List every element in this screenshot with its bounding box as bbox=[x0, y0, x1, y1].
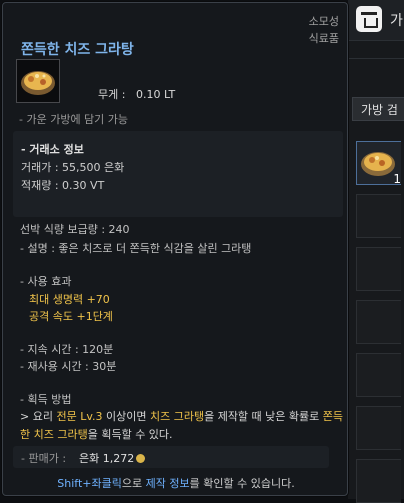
inventory-slot[interactable] bbox=[356, 353, 401, 397]
item-subcategory: 식료품 bbox=[308, 32, 339, 45]
divider bbox=[348, 58, 404, 59]
ship-food-supply: 선박 식량 보급량 : 240 bbox=[20, 223, 130, 236]
market-load: 적재량 : 0.30 VT bbox=[21, 179, 105, 192]
inventory-slot-gratin[interactable]: 1 bbox=[356, 141, 401, 186]
hint-text: 를 확인할 수 있습니다. bbox=[189, 477, 295, 490]
inventory-menu-icon[interactable] bbox=[356, 6, 382, 32]
slot-quantity: 1 bbox=[393, 172, 401, 186]
item-category: 소모성 bbox=[308, 15, 339, 28]
inventory-slot[interactable] bbox=[356, 247, 401, 291]
sell-price-value: 은화 1,272 bbox=[79, 450, 146, 466]
acquire-text: > 요리 bbox=[20, 410, 57, 423]
hint-text: 으로 bbox=[121, 477, 146, 490]
duration: - 지속 시간 : 120분 bbox=[20, 343, 114, 356]
acquire-base-recipe: 치즈 그라탱 bbox=[149, 410, 205, 423]
hint-shortcut: Shift+좌클릭 bbox=[57, 477, 122, 490]
market-info-box: - 거래소 정보 거래가 : 55,500 은화 적재량 : 0.30 VT bbox=[13, 131, 343, 217]
weight-value: 0.10 LT bbox=[135, 88, 176, 101]
cheese-gratin-icon bbox=[21, 71, 55, 95]
item-tooltip: 소모성 식료품 쫀득한 치즈 그라탕 무게 : 0.10 LT - 가운 가방에… bbox=[2, 2, 348, 496]
acquire-text: 을 획득할 수 있다. bbox=[87, 428, 173, 441]
sell-price-box: - 판매가 : 은화 1,272 bbox=[13, 446, 329, 468]
market-heading: - 거래소 정보 bbox=[21, 143, 84, 156]
effect-attack-speed: 공격 속도 +1단계 bbox=[29, 310, 113, 323]
cooldown: - 재사용 시간 : 30분 bbox=[20, 360, 117, 373]
weight-label: 무게 : bbox=[98, 88, 126, 101]
hint-craft-info: 제작 정보 bbox=[145, 477, 190, 490]
inventory-slot[interactable] bbox=[356, 406, 401, 450]
item-weight: 무게 : 0.10 LT bbox=[98, 86, 175, 102]
bag-search-button[interactable]: 가방 검 bbox=[352, 97, 404, 121]
acquire-text: 을 제작할 때 낮은 확률로 bbox=[204, 410, 323, 423]
item-description: - 설명 : 좋은 치즈로 더 쫀득한 식감을 살린 그라탱 bbox=[20, 242, 252, 255]
bag-info: - 가운 가방에 담기 가능 bbox=[19, 113, 129, 126]
sell-price-label: - 판매가 : bbox=[21, 452, 67, 465]
inventory-panel: 가 가방 검 1 bbox=[348, 0, 404, 503]
sell-price-amount: 은화 1,272 bbox=[79, 452, 135, 465]
effect-max-hp: 최대 생명력 +70 bbox=[29, 293, 110, 306]
acquire-method: > 요리 전문 Lv.3 이상이면 치즈 그라탱을 제작할 때 낮은 확률로 쫀… bbox=[20, 408, 346, 444]
use-effect-heading: - 사용 효과 bbox=[20, 275, 72, 288]
inventory-slot[interactable] bbox=[356, 300, 401, 344]
acquire-skill: 전문 Lv.3 bbox=[56, 410, 103, 423]
acquire-heading: - 획득 방법 bbox=[20, 393, 72, 406]
inventory-slot[interactable] bbox=[356, 194, 401, 238]
crafting-info-hint: Shift+좌클릭으로 제작 정보를 확인할 수 있습니다. bbox=[3, 475, 349, 491]
market-price: 거래가 : 55,500 은화 bbox=[21, 161, 125, 174]
inventory-slot[interactable] bbox=[356, 459, 401, 503]
item-icon-frame bbox=[16, 59, 60, 103]
inventory-header: 가 bbox=[348, 0, 404, 41]
item-name: 쫀득한 치즈 그라탕 bbox=[21, 42, 134, 58]
acquire-text: 이상이면 bbox=[102, 410, 150, 423]
inventory-tab-label[interactable]: 가 bbox=[390, 10, 403, 30]
silver-coin-icon bbox=[136, 454, 146, 463]
